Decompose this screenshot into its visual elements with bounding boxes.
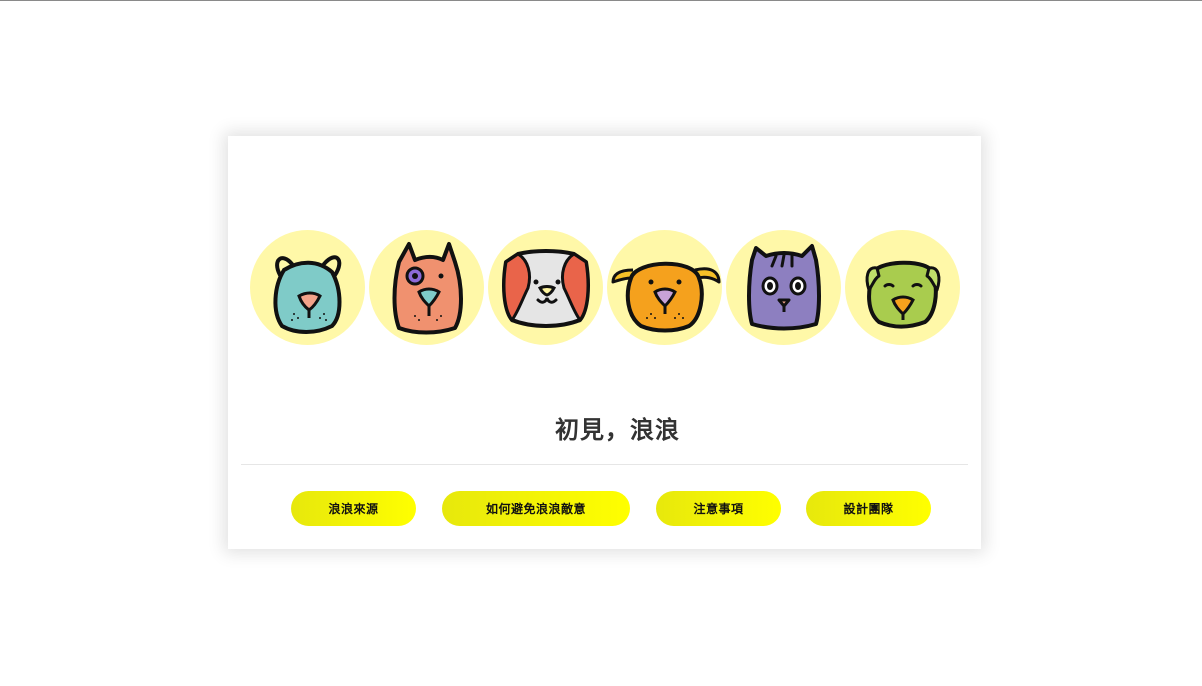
green-dog-icon [865,260,941,329]
calico-cat-avatar [488,230,603,345]
green-dog-avatar [845,230,960,345]
calico-cat-icon [502,249,590,328]
divider [241,464,968,465]
purple-cat-icon [747,244,821,331]
teal-dog-avatar [250,230,365,345]
avoid-hostility-button[interactable]: 如何避免浪浪敵意 [442,491,630,526]
animal-icons-row [250,230,960,345]
stray-origin-button[interactable]: 浪浪來源 [291,491,416,526]
teal-dog-icon [273,255,342,334]
page-title: 初見，浪浪 [555,416,680,444]
orange-dog-avatar [607,230,722,345]
salmon-dog-icon [392,242,463,335]
purple-cat-avatar [726,230,841,345]
window-top-border [0,0,1202,1]
main-card: 初見，浪浪 浪浪來源 如何避免浪浪敵意 注意事項 設計團隊 [228,136,981,549]
orange-dog-icon [611,261,721,333]
notes-button[interactable]: 注意事項 [656,491,781,526]
salmon-dog-avatar [369,230,484,345]
design-team-button[interactable]: 設計團隊 [806,491,931,526]
